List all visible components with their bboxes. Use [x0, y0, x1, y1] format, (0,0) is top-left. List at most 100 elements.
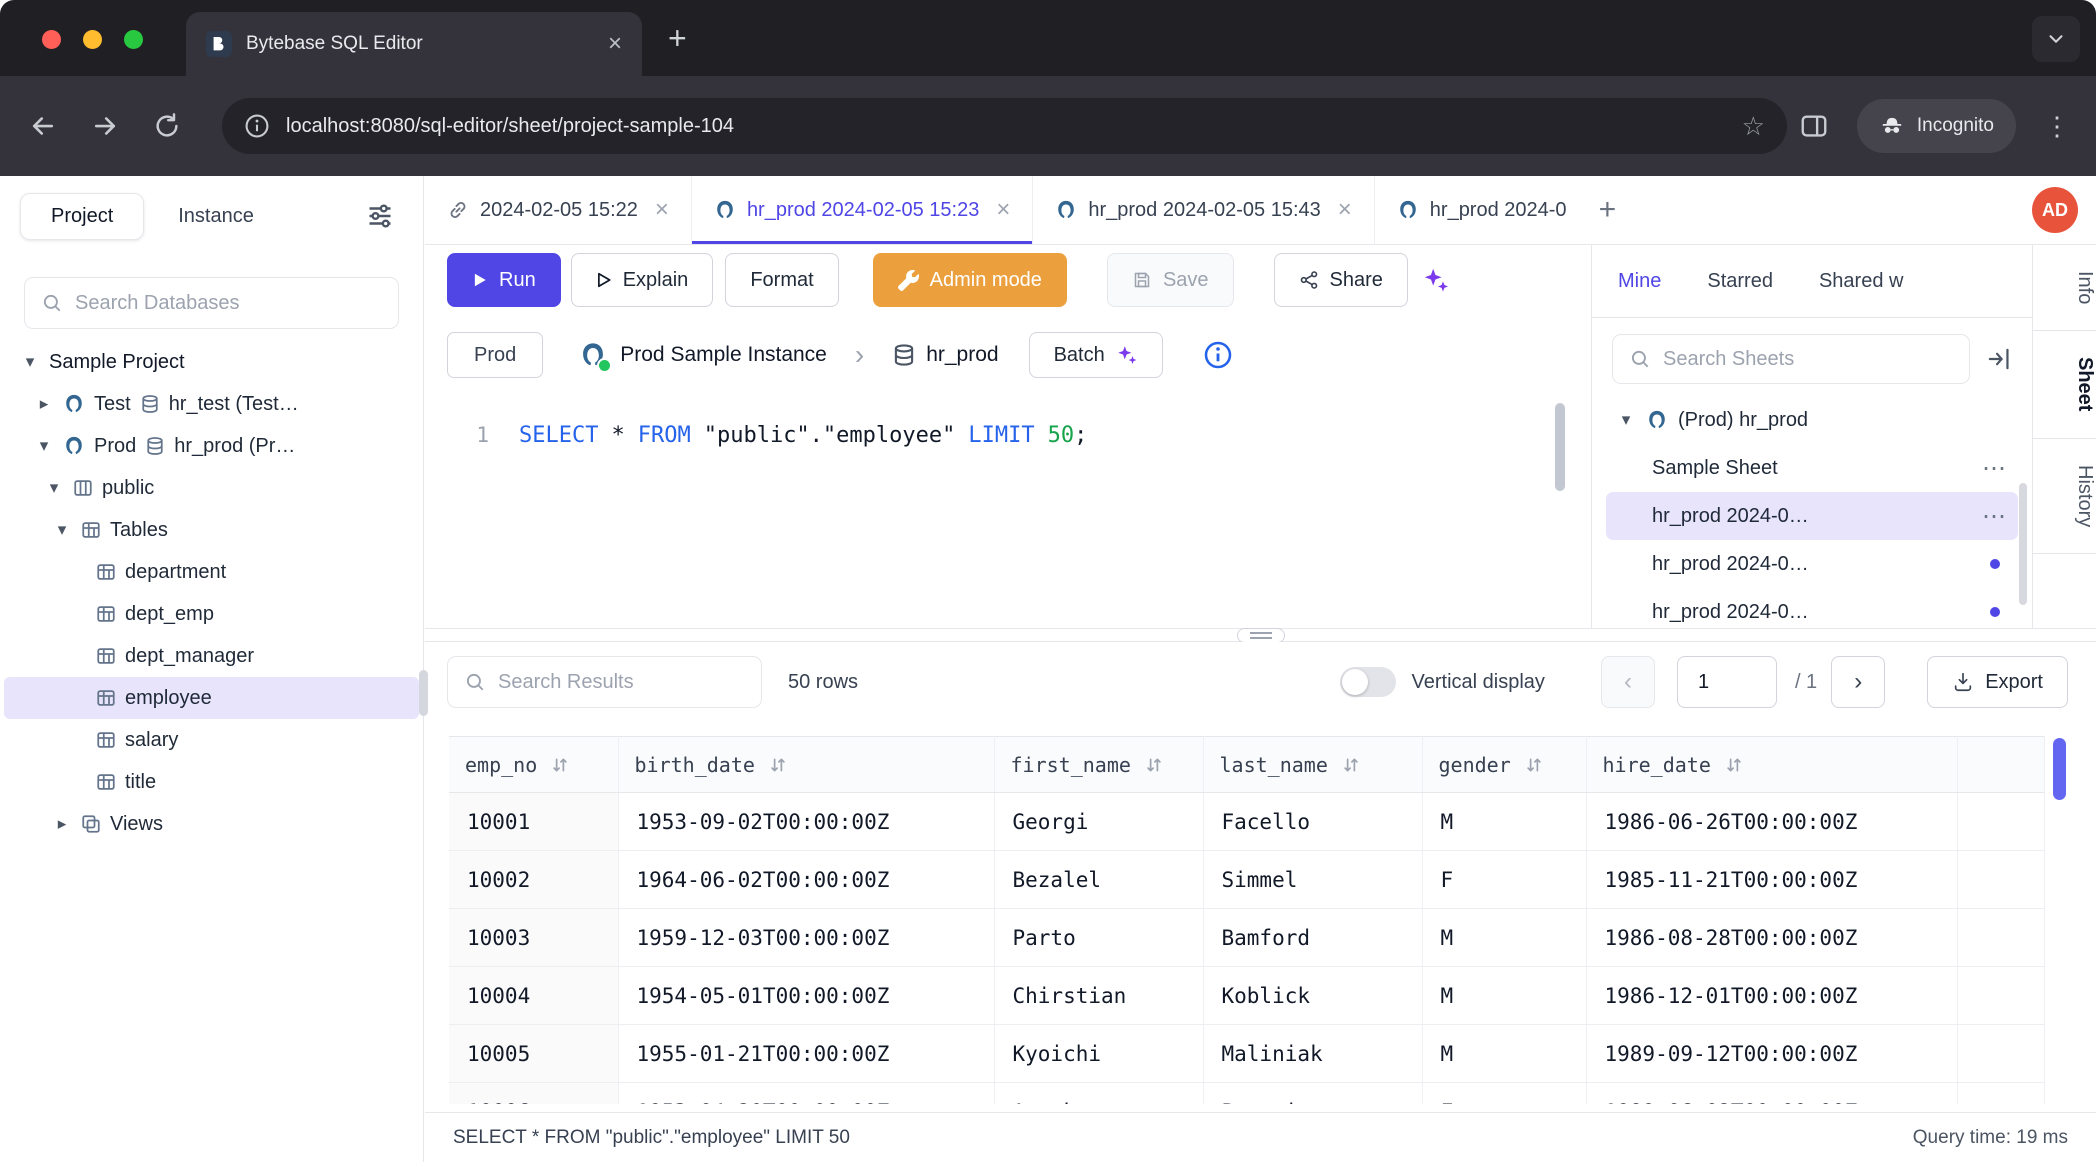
column-header-gender[interactable]: gender [1422, 737, 1586, 793]
tree-item-project[interactable]: ▾ Sample Project [4, 341, 419, 383]
sort-icon[interactable] [769, 756, 787, 774]
batch-button[interactable]: Batch [1029, 332, 1163, 378]
bookmark-star-icon[interactable]: ☆ [1742, 111, 1765, 142]
sort-icon[interactable] [1525, 756, 1543, 774]
table-row[interactable]: 10003 1959-12-03T00:00:00Z Parto Bamford… [449, 909, 2045, 967]
tree-item-tables-group[interactable]: ▾ Tables [4, 509, 419, 551]
address-bar[interactable]: localhost:8080/sql-editor/sheet/project-… [222, 98, 1787, 154]
tree-item-table-title[interactable]: title [4, 761, 419, 803]
panel-splitter[interactable] [425, 628, 2096, 642]
tab-search-button[interactable] [2032, 16, 2080, 62]
site-info-icon[interactable] [244, 113, 270, 139]
tree-item-table-employee[interactable]: employee [4, 677, 419, 719]
tree-item-prod-database[interactable]: ▾ Prod hr_prod (Pr… [4, 425, 419, 467]
back-button[interactable] [26, 109, 60, 143]
sort-icon[interactable] [1342, 756, 1360, 774]
add-sheet-button[interactable]: + [1599, 193, 1617, 227]
column-header-emp-no[interactable]: emp_no [449, 737, 618, 793]
table-row[interactable]: 10005 1955-01-21T00:00:00Z Kyoichi Malin… [449, 1025, 2045, 1083]
tree-item-views-group[interactable]: ▸ Views [4, 803, 419, 845]
caret-down-icon[interactable]: ▾ [52, 520, 72, 540]
sheet-search[interactable] [1612, 334, 1970, 384]
run-button[interactable]: Run [447, 253, 561, 307]
tab-starred[interactable]: Starred [1707, 270, 1773, 293]
sheet-group[interactable]: ▾ (Prod) hr_prod [1606, 396, 2018, 444]
sheet-tab-1[interactable]: 2024-02-05 15:22 × [425, 176, 692, 244]
column-header-hire-date[interactable]: hire_date [1586, 737, 1957, 793]
tab-instance[interactable]: Instance [178, 205, 254, 228]
database-search-input[interactable] [75, 292, 382, 315]
results-search[interactable] [447, 656, 762, 708]
table-scrollbar-thumb[interactable] [2053, 738, 2066, 800]
database-name[interactable]: hr_prod [926, 343, 998, 367]
close-tab-icon[interactable]: × [608, 32, 622, 56]
more-menu-icon[interactable]: ⋯ [1982, 502, 2006, 531]
vertical-display-toggle[interactable] [1340, 667, 1396, 697]
minimize-window-button[interactable] [83, 30, 102, 49]
sheet-panel-scrollbar[interactable] [2019, 483, 2027, 605]
rail-tab-history[interactable]: History [2033, 439, 2096, 554]
environment-chip[interactable]: Prod [447, 332, 543, 378]
close-icon[interactable]: × [996, 196, 1010, 224]
caret-down-icon[interactable]: ▾ [34, 436, 54, 456]
filter-settings-icon[interactable] [365, 201, 395, 231]
close-icon[interactable]: × [1338, 196, 1352, 224]
table-row[interactable]: 10002 1964-06-02T00:00:00Z Bezalel Simme… [449, 851, 2045, 909]
database-search[interactable] [24, 277, 399, 329]
zoom-window-button[interactable] [124, 30, 143, 49]
table-row[interactable]: 10001 1953-09-02T00:00:00Z Georgi Facell… [449, 793, 2045, 851]
next-page-button[interactable]: › [1831, 656, 1885, 708]
caret-down-icon[interactable]: ▾ [1616, 410, 1636, 430]
sheet-item-selected[interactable]: hr_prod 2024-0… ⋯ [1606, 492, 2018, 540]
tab-mine[interactable]: Mine [1618, 270, 1661, 293]
splitter-handle[interactable] [1237, 628, 1285, 643]
close-icon[interactable]: × [655, 196, 669, 224]
rail-tab-info[interactable]: Info [2033, 245, 2096, 331]
sheet-item[interactable]: Sample Sheet ⋯ [1606, 444, 2018, 492]
sheet-search-input[interactable] [1663, 348, 1953, 371]
reload-button[interactable] [150, 109, 184, 143]
sort-icon[interactable] [551, 756, 569, 774]
export-button[interactable]: Export [1927, 656, 2068, 708]
collapse-panel-icon[interactable] [1986, 346, 2012, 372]
sheet-tab-4[interactable]: hr_prod 2024-0 [1375, 176, 1589, 244]
table-row[interactable]: 10006 1953-04-20T00:00:00Z Anneke Preusi… [449, 1083, 2045, 1105]
column-header-first-name[interactable]: first_name [994, 737, 1203, 793]
browser-tab[interactable]: Bytebase SQL Editor × [186, 12, 642, 76]
save-button[interactable]: Save [1107, 253, 1234, 307]
editor-scrollbar[interactable] [1555, 403, 1565, 491]
page-number-input[interactable] [1677, 656, 1777, 708]
tree-item-table-salary[interactable]: salary [4, 719, 419, 761]
tree-item-test-database[interactable]: ▸ Test hr_test (Test… [4, 383, 419, 425]
browser-menu-icon[interactable]: ⋮ [2044, 111, 2070, 142]
format-button[interactable]: Format [725, 253, 838, 307]
sort-icon[interactable] [1725, 756, 1743, 774]
column-header-birth-date[interactable]: birth_date [618, 737, 994, 793]
new-tab-button[interactable]: + [668, 22, 687, 54]
tab-project[interactable]: Project [20, 193, 144, 240]
sheet-tab-2-active[interactable]: hr_prod 2024-02-05 15:23 × [692, 176, 1033, 244]
admin-mode-button[interactable]: Admin mode [873, 253, 1067, 307]
column-header-last-name[interactable]: last_name [1203, 737, 1422, 793]
share-button[interactable]: Share [1274, 253, 1408, 307]
tree-item-table-department[interactable]: department [4, 551, 419, 593]
sheet-item[interactable]: hr_prod 2024-0… [1606, 588, 2018, 628]
results-search-input[interactable] [498, 671, 745, 694]
ai-sparkles-icon[interactable] [1416, 253, 1456, 307]
forward-button[interactable] [88, 109, 122, 143]
table-scrollbar[interactable] [2053, 738, 2066, 1100]
sheet-tab-3[interactable]: hr_prod 2024-02-05 15:43 × [1033, 176, 1374, 244]
caret-down-icon[interactable]: ▾ [20, 352, 40, 372]
tree-item-table-dept-emp[interactable]: dept_emp [4, 593, 419, 635]
table-row[interactable]: 10004 1954-05-01T00:00:00Z Chirstian Kob… [449, 967, 2045, 1025]
caret-right-icon[interactable]: ▸ [52, 814, 72, 834]
tab-shared[interactable]: Shared w [1819, 270, 1904, 293]
instance-name[interactable]: Prod Sample Instance [620, 343, 827, 367]
sheet-item[interactable]: hr_prod 2024-0… [1606, 540, 2018, 588]
side-panel-icon[interactable] [1797, 109, 1831, 143]
more-menu-icon[interactable]: ⋯ [1982, 454, 2006, 483]
caret-right-icon[interactable]: ▸ [34, 394, 54, 414]
tree-item-table-dept-manager[interactable]: dept_manager [4, 635, 419, 677]
close-window-button[interactable] [42, 30, 61, 49]
prev-page-button[interactable]: ‹ [1601, 656, 1655, 708]
